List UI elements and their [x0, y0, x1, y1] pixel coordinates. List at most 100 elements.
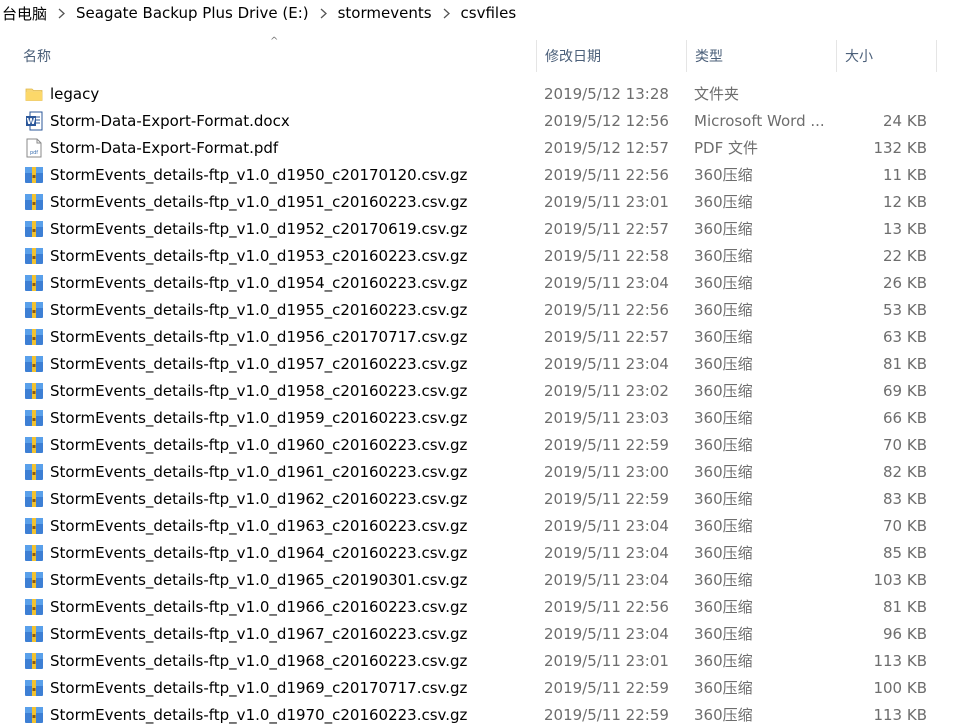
file-date: 2019/5/12 13:28: [544, 84, 669, 103]
file-name: StormEvents_details-ftp_v1.0_d1950_c2017…: [50, 165, 468, 184]
file-name: Storm-Data-Export-Format.pdf: [50, 138, 279, 157]
file-row[interactable]: StormEvents_details-ftp_v1.0_d1968_c2016…: [0, 647, 960, 674]
chevron-right-icon[interactable]: [49, 8, 74, 19]
breadcrumb-item-this-pc[interactable]: 台电脑: [0, 3, 49, 24]
file-type: 360压缩: [694, 274, 753, 292]
file-name: StormEvents_details-ftp_v1.0_d1956_c2017…: [50, 327, 468, 346]
chevron-right-icon[interactable]: [434, 8, 459, 19]
file-row[interactable]: legacy 2019/5/12 13:28 文件夹: [0, 80, 960, 107]
file-name: StormEvents_details-ftp_v1.0_d1955_c2016…: [50, 300, 468, 319]
file-size: 13 KB: [883, 219, 927, 238]
file-size: 113 KB: [873, 651, 927, 670]
column-header-date[interactable]: 修改日期: [537, 40, 687, 72]
file-date: 2019/5/11 22:57: [544, 327, 669, 346]
breadcrumb-item-stormevents[interactable]: stormevents: [336, 4, 434, 22]
svg-text:pdf: pdf: [30, 150, 38, 156]
archive-icon: [24, 485, 44, 512]
file-size: 70 KB: [883, 516, 927, 535]
file-row[interactable]: pdf Storm-Data-Export-Format.pdf 2019/5/12…: [0, 134, 960, 161]
file-row[interactable]: StormEvents_details-ftp_v1.0_d1961_c2016…: [0, 458, 960, 485]
file-name: StormEvents_details-ftp_v1.0_d1966_c2016…: [50, 597, 468, 616]
breadcrumb-item-csvfiles[interactable]: csvfiles: [459, 4, 519, 22]
column-divider[interactable]: [936, 40, 937, 72]
file-row[interactable]: StormEvents_details-ftp_v1.0_d1966_c2016…: [0, 593, 960, 620]
file-name: StormEvents_details-ftp_v1.0_d1965_c2019…: [50, 570, 468, 589]
file-size: 85 KB: [883, 543, 927, 562]
file-row[interactable]: StormEvents_details-ftp_v1.0_d1953_c2016…: [0, 242, 960, 269]
breadcrumb: 台电脑 Seagate Backup Plus Drive (E:) storm…: [0, 0, 960, 26]
file-row[interactable]: StormEvents_details-ftp_v1.0_d1962_c2016…: [0, 485, 960, 512]
archive-icon: [24, 431, 44, 458]
file-type: 360压缩: [694, 706, 753, 724]
file-row[interactable]: StormEvents_details-ftp_v1.0_d1950_c2017…: [0, 161, 960, 188]
archive-icon: [24, 188, 44, 215]
file-date: 2019/5/11 23:04: [544, 273, 669, 292]
column-header-name[interactable]: 名称: [15, 40, 538, 72]
file-type: 360压缩: [694, 517, 753, 535]
file-date: 2019/5/11 22:57: [544, 219, 669, 238]
file-type: 360压缩: [694, 355, 753, 373]
file-name: StormEvents_details-ftp_v1.0_d1961_c2016…: [50, 462, 468, 481]
column-header-type[interactable]: 类型: [687, 40, 837, 72]
file-type: Microsoft Word ...: [694, 111, 825, 130]
file-row[interactable]: StormEvents_details-ftp_v1.0_d1959_c2016…: [0, 404, 960, 431]
file-row[interactable]: StormEvents_details-ftp_v1.0_d1951_c2016…: [0, 188, 960, 215]
chevron-right-icon[interactable]: [311, 8, 336, 19]
file-row[interactable]: StormEvents_details-ftp_v1.0_d1967_c2016…: [0, 620, 960, 647]
file-size: 26 KB: [883, 273, 927, 292]
file-row[interactable]: StormEvents_details-ftp_v1.0_d1956_c2017…: [0, 323, 960, 350]
file-row[interactable]: StormEvents_details-ftp_v1.0_d1952_c2017…: [0, 215, 960, 242]
file-type: 360压缩: [694, 220, 753, 238]
file-date: 2019/5/11 22:56: [544, 165, 669, 184]
file-name: StormEvents_details-ftp_v1.0_d1952_c2017…: [50, 219, 468, 238]
file-date: 2019/5/11 23:04: [544, 354, 669, 373]
file-row[interactable]: StormEvents_details-ftp_v1.0_d1954_c2016…: [0, 269, 960, 296]
file-type: 360压缩: [694, 193, 753, 211]
file-list: legacy 2019/5/12 13:28 文件夹 W Storm-Data-Expo…: [0, 80, 960, 728]
file-row[interactable]: StormEvents_details-ftp_v1.0_d1958_c2016…: [0, 377, 960, 404]
file-row[interactable]: StormEvents_details-ftp_v1.0_d1969_c2017…: [0, 674, 960, 701]
archive-icon: [24, 512, 44, 539]
file-row[interactable]: StormEvents_details-ftp_v1.0_d1965_c2019…: [0, 566, 960, 593]
archive-icon: [24, 674, 44, 701]
file-size: 70 KB: [883, 435, 927, 454]
column-header-size[interactable]: 大小: [837, 40, 937, 72]
archive-icon: [24, 350, 44, 377]
file-name: StormEvents_details-ftp_v1.0_d1958_c2016…: [50, 381, 468, 400]
file-size: 53 KB: [883, 300, 927, 319]
archive-icon: [24, 377, 44, 404]
file-name: StormEvents_details-ftp_v1.0_d1953_c2016…: [50, 246, 468, 265]
file-row[interactable]: StormEvents_details-ftp_v1.0_d1963_c2016…: [0, 512, 960, 539]
file-row[interactable]: StormEvents_details-ftp_v1.0_d1957_c2016…: [0, 350, 960, 377]
archive-icon: [24, 566, 44, 593]
file-row[interactable]: StormEvents_details-ftp_v1.0_d1955_c2016…: [0, 296, 960, 323]
file-row[interactable]: StormEvents_details-ftp_v1.0_d1960_c2016…: [0, 431, 960, 458]
file-type: 360压缩: [694, 625, 753, 643]
file-type: 360压缩: [694, 571, 753, 589]
file-date: 2019/5/12 12:57: [544, 138, 669, 157]
archive-icon: [24, 269, 44, 296]
file-size: 63 KB: [883, 327, 927, 346]
file-type: 360压缩: [694, 409, 753, 427]
archive-icon: [24, 404, 44, 431]
file-name: StormEvents_details-ftp_v1.0_d1960_c2016…: [50, 435, 468, 454]
folder-icon: [24, 80, 44, 107]
file-type: 360压缩: [694, 247, 753, 265]
file-row[interactable]: W Storm-Data-Export-Format.docx 2019/5/12 …: [0, 107, 960, 134]
file-name: legacy: [50, 84, 100, 103]
file-row[interactable]: StormEvents_details-ftp_v1.0_d1970_c2016…: [0, 701, 960, 728]
file-size: 22 KB: [883, 246, 927, 265]
file-type: 360压缩: [694, 301, 753, 319]
archive-icon: [24, 323, 44, 350]
breadcrumb-item-drive[interactable]: Seagate Backup Plus Drive (E:): [74, 4, 311, 22]
file-type: 文件夹: [694, 85, 740, 103]
file-name: StormEvents_details-ftp_v1.0_d1968_c2016…: [50, 651, 468, 670]
file-name: StormEvents_details-ftp_v1.0_d1951_c2016…: [50, 192, 468, 211]
file-type: 360压缩: [694, 382, 753, 400]
archive-icon: [24, 647, 44, 674]
file-type: 360压缩: [694, 490, 753, 508]
file-row[interactable]: StormEvents_details-ftp_v1.0_d1964_c2016…: [0, 539, 960, 566]
file-date: 2019/5/11 23:04: [544, 624, 669, 643]
archive-icon: [24, 161, 44, 188]
file-name: StormEvents_details-ftp_v1.0_d1963_c2016…: [50, 516, 468, 535]
